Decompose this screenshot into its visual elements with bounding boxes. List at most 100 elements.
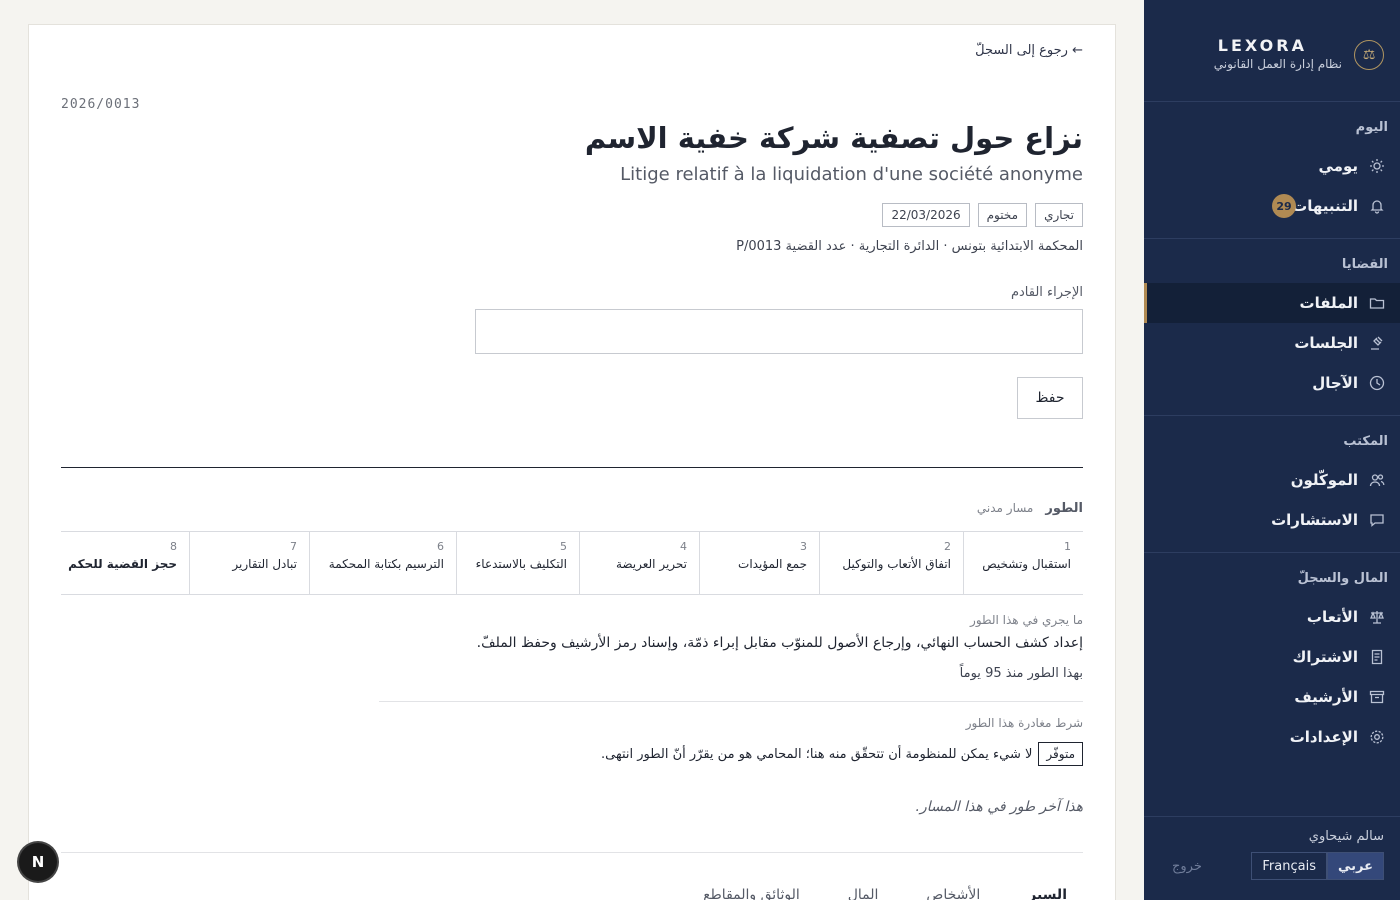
- stage-step-label: تبادل التقارير: [232, 557, 297, 571]
- court-info: المحكمة الابتدائية بتونس · الدائرة التجا…: [736, 239, 1083, 254]
- sidebar-item-fees[interactable]: الأتعاب: [1144, 597, 1400, 637]
- stage-step-number: 2: [944, 540, 951, 553]
- tab-progress[interactable]: السير: [1028, 887, 1067, 900]
- stage-step-label: التكليف بالاستدعاء: [475, 557, 567, 571]
- sidebar-item-deadlines[interactable]: الآجال: [1144, 363, 1400, 403]
- stage-step[interactable]: 1 استقبال وتشخيص: [963, 532, 1083, 594]
- divider: [379, 701, 1083, 702]
- sidebar-item-archive[interactable]: الأرشيف: [1144, 677, 1400, 717]
- gear-icon: [1368, 728, 1386, 746]
- sidebar-item-files[interactable]: الملفات: [1144, 283, 1400, 323]
- sidebar-item-hearings[interactable]: الجلسات: [1144, 323, 1400, 363]
- nav-heading: القضايا: [1341, 257, 1388, 272]
- language-switcher: عربي Français خروج: [1160, 852, 1384, 880]
- sidebar-item-clients[interactable]: الموكّلون: [1144, 460, 1400, 500]
- stage-stepper: 1 استقبال وتشخيص 2 اتفاق الأتعاب والتوكي…: [61, 531, 1083, 595]
- brand-name: LEXORA: [1217, 36, 1307, 55]
- sidebar-item-subscription[interactable]: الاشتراك: [1144, 637, 1400, 677]
- stage-track: مسار مدني: [976, 501, 1034, 515]
- next-action-label: الإجراء القادم: [1010, 285, 1083, 300]
- stage-description-label: ما يجري في هذا الطور: [970, 613, 1083, 627]
- alerts-count-badge: 29: [1272, 194, 1296, 218]
- users-icon: [1368, 471, 1386, 489]
- gavel-icon: [1368, 334, 1386, 352]
- sidebar-item-daily[interactable]: يومي: [1144, 146, 1400, 186]
- stage-step-label: الترسيم بكتابة المحكمة: [328, 557, 444, 571]
- exit-condition-label: شرط مغادرة هذا الطور: [965, 716, 1083, 730]
- stage-step-label: اتفاق الأتعاب والتوكيل: [842, 557, 951, 571]
- stage-description: إعداد كشف الحساب النهائي، وإرجاع الأصول …: [476, 635, 1083, 651]
- sidebar-item-label: الأتعاب: [1306, 608, 1358, 626]
- stage-step-number: 6: [437, 540, 444, 553]
- nav-section-cases: القضايا الملفات الجلسات الآجال: [1144, 239, 1400, 416]
- stage-step-number: 8: [170, 540, 177, 553]
- next-action-input[interactable]: [475, 309, 1083, 354]
- nav-section-office: المكتب الموكّلون الاستشارات: [1144, 416, 1400, 553]
- logout-link[interactable]: خروج: [1160, 859, 1202, 874]
- user-name: سالم شيحاوي: [1308, 829, 1384, 844]
- brand: ⚖ LEXORA نظام إدارة العمل القانوني: [1144, 0, 1400, 102]
- nav-heading: المال والسجلّ: [1297, 571, 1388, 586]
- sidebar-item-consultations[interactable]: الاستشارات: [1144, 500, 1400, 540]
- stage-step-current[interactable]: 8 حجز القضية للحكم: [61, 532, 189, 594]
- clock-icon: [1368, 374, 1386, 392]
- stage-step-label: جمع المؤيدات: [738, 557, 807, 571]
- status-badge: متوفّر: [1038, 742, 1083, 766]
- tab-documents[interactable]: الوثائق والمقاطع: [703, 887, 800, 900]
- framework-badge[interactable]: N: [19, 843, 57, 881]
- scale-icon: [1368, 608, 1386, 626]
- sidebar-item-settings[interactable]: الإعدادات: [1144, 717, 1400, 757]
- stage-step-label: تحرير العريضة: [615, 557, 687, 571]
- divider: [61, 852, 1083, 853]
- nav-section-finance: المال والسجلّ الأتعاب الاشتراك الأرشيف ا…: [1144, 553, 1400, 769]
- stage-duration: بهذا الطور منذ 95 يوماً: [959, 666, 1083, 681]
- sidebar: ⚖ LEXORA نظام إدارة العمل القانوني اليوم…: [1144, 0, 1400, 900]
- case-panel: ← رجوع إلى السجلّ 2026/0013 نزاع حول تصف…: [28, 24, 1116, 900]
- sidebar-item-label: الموكّلون: [1290, 471, 1358, 489]
- stage-step[interactable]: 4 تحرير العريضة: [579, 532, 699, 594]
- sidebar-item-label: الملفات: [1299, 294, 1358, 312]
- lang-french-button[interactable]: Français: [1251, 852, 1327, 880]
- tab-people[interactable]: الأشخاص: [926, 887, 980, 900]
- case-tabs: السير الأشخاص المال الوثائق والمقاطع: [703, 887, 1067, 900]
- stage-step-label: حجز القضية للحكم: [68, 557, 177, 571]
- stage-step-number: 1: [1064, 540, 1071, 553]
- scale-logo-icon: ⚖: [1354, 40, 1384, 70]
- stage-heading: الطور: [1045, 501, 1083, 516]
- tab-finance[interactable]: المال: [848, 887, 879, 900]
- sidebar-footer: سالم شيحاوي عربي Français خروج: [1144, 816, 1400, 900]
- stage-step[interactable]: 5 التكليف بالاستدعاء: [456, 532, 579, 594]
- archive-icon: [1368, 688, 1386, 706]
- stage-step[interactable]: 3 جمع المؤيدات: [699, 532, 819, 594]
- nav-heading: المكتب: [1343, 434, 1388, 449]
- document-icon: [1368, 648, 1386, 666]
- stage-header: الطور مسار مدني: [977, 501, 1083, 516]
- tag-date: 22/03/2026: [882, 203, 970, 227]
- tag-status: مختوم: [977, 203, 1028, 227]
- sidebar-item-label: الجلسات: [1294, 334, 1358, 352]
- stage-step[interactable]: 7 تبادل التقارير: [189, 532, 309, 594]
- stage-step-label: استقبال وتشخيص: [982, 557, 1071, 571]
- nav-heading: اليوم: [1355, 120, 1388, 135]
- brand-subtitle: نظام إدارة العمل القانوني: [1213, 57, 1342, 71]
- stage-step-number: 7: [290, 540, 297, 553]
- page-title: نزاع حول تصفية شركة خفية الاسم: [584, 121, 1083, 155]
- stage-step-number: 5: [560, 540, 567, 553]
- stage-step[interactable]: 2 اتفاق الأتعاب والتوكيل: [819, 532, 963, 594]
- sidebar-item-label: الآجال: [1312, 374, 1358, 392]
- sidebar-item-label: يومي: [1318, 157, 1359, 175]
- exit-condition: متوفّر لا شيء يمكن للمنظومة أن تتحقّق من…: [601, 742, 1083, 766]
- stage-step-number: 3: [800, 540, 807, 553]
- back-to-register-link[interactable]: ← رجوع إلى السجلّ: [975, 43, 1083, 58]
- sidebar-item-label: التنبيهات: [1292, 197, 1358, 215]
- page-subtitle-french: Litige relatif à la liquidation d'une so…: [620, 164, 1083, 185]
- sidebar-item-label: الأرشيف: [1294, 688, 1358, 706]
- sidebar-item-alerts[interactable]: التنبيهات 29: [1144, 186, 1400, 226]
- stage-step[interactable]: 6 الترسيم بكتابة المحكمة: [309, 532, 456, 594]
- sun-icon: [1368, 157, 1386, 175]
- exit-condition-text: لا شيء يمكن للمنظومة أن تتحقّق منه هنا؛ …: [601, 746, 1033, 762]
- nav-section-today: اليوم يومي التنبيهات 29: [1144, 102, 1400, 239]
- lang-arabic-button[interactable]: عربي: [1326, 852, 1384, 880]
- save-button[interactable]: حفظ: [1017, 377, 1083, 419]
- tag-category: تجاري: [1035, 203, 1083, 227]
